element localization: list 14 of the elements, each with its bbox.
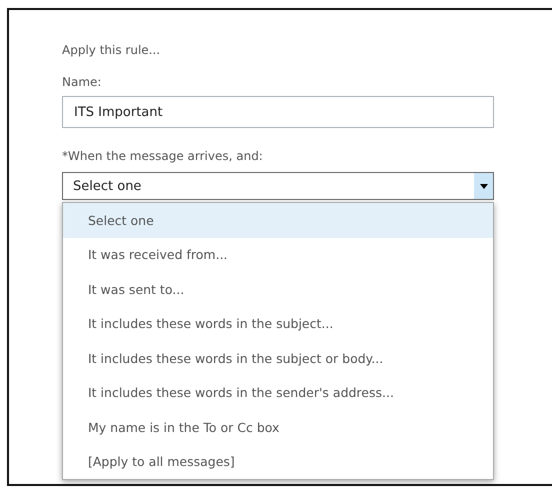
dropdown-option[interactable]: It was received from... [63,238,493,272]
field-label: *When the message arrives, and: [62,148,263,164]
dropdown-option[interactable]: It includes these words in the subject or body... [63,341,493,376]
dropdown-option[interactable]: Select one [63,203,493,238]
name-field[interactable]: ITS Important [62,96,494,128]
dropdown-option[interactable]: It includes these words in the subject... [63,306,493,341]
condition-dropdown[interactable]: Select one [62,172,494,200]
dropdown-option[interactable]: My name is in the To or Cc box [63,410,493,444]
dropdown-option[interactable]: It was sent to... [63,272,493,306]
dropdown-option[interactable]: It includes these words in the sender's address... [63,376,493,410]
field-label: Name: [62,74,102,90]
section-heading: Apply this rule... [62,42,160,58]
caret-icon [474,173,493,199]
dropdown-option[interactable]: [Apply to all messages] [63,444,493,479]
